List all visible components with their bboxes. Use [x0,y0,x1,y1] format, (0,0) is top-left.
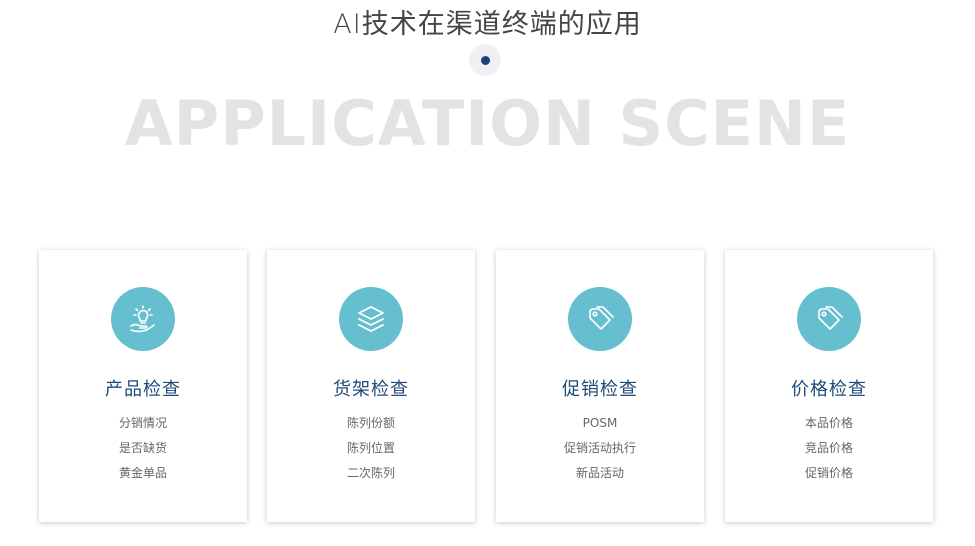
icon-circle [568,287,632,351]
card-item-list: 陈列份额 陈列位置 二次陈列 [267,411,475,486]
dot-icon [481,56,490,65]
icon-circle [797,287,861,351]
lightbulb-hand-icon [130,305,155,333]
card-title: 产品检查 [105,379,181,400]
card-item-list: 分销情况 是否缺货 黄金单品 [39,411,247,486]
list-item: 新品活动 [575,466,624,480]
card-title: 促销检查 [562,379,638,400]
card-item-list: POSM 促销活动执行 新品活动 [496,411,704,486]
list-item: 竞品价格 [804,441,853,455]
page-title: AI技术在渠道终端的应用 [333,9,642,40]
card-item-list: 本品价格 竞品价格 促销价格 [725,411,933,486]
icon-circle [339,287,403,351]
section-divider-dot [469,44,501,76]
card-price-check[interactable]: 价格检查 本品价格 竞品价格 促销价格 [725,250,933,522]
card-title: 价格检查 [791,379,867,400]
list-item: 陈列位置 [346,441,395,455]
list-item: 是否缺货 [118,441,167,455]
list-item: 本品价格 [804,416,853,430]
list-item: 二次陈列 [346,466,395,480]
card-product-check[interactable]: 产品检查 分销情况 是否缺货 黄金单品 [39,250,247,522]
list-item: 促销价格 [804,466,853,480]
list-item: 分销情况 [118,416,167,430]
list-item: 陈列份额 [346,416,395,430]
tags-icon [818,306,843,330]
list-item: 促销活动执行 [563,441,636,455]
card-promotion-check[interactable]: 促销检查 POSM 促销活动执行 新品活动 [496,250,704,522]
list-item: 黄金单品 [118,466,167,480]
tags-icon [589,306,614,330]
icon-circle [111,287,175,351]
card-title: 货架检查 [333,379,409,400]
card-shelf-check[interactable]: 货架检查 陈列份额 陈列位置 二次陈列 [267,250,475,522]
layers-icon [358,306,384,332]
list-item: POSM [582,416,618,430]
watermark-heading: APPLICATION SCENE [124,87,851,160]
